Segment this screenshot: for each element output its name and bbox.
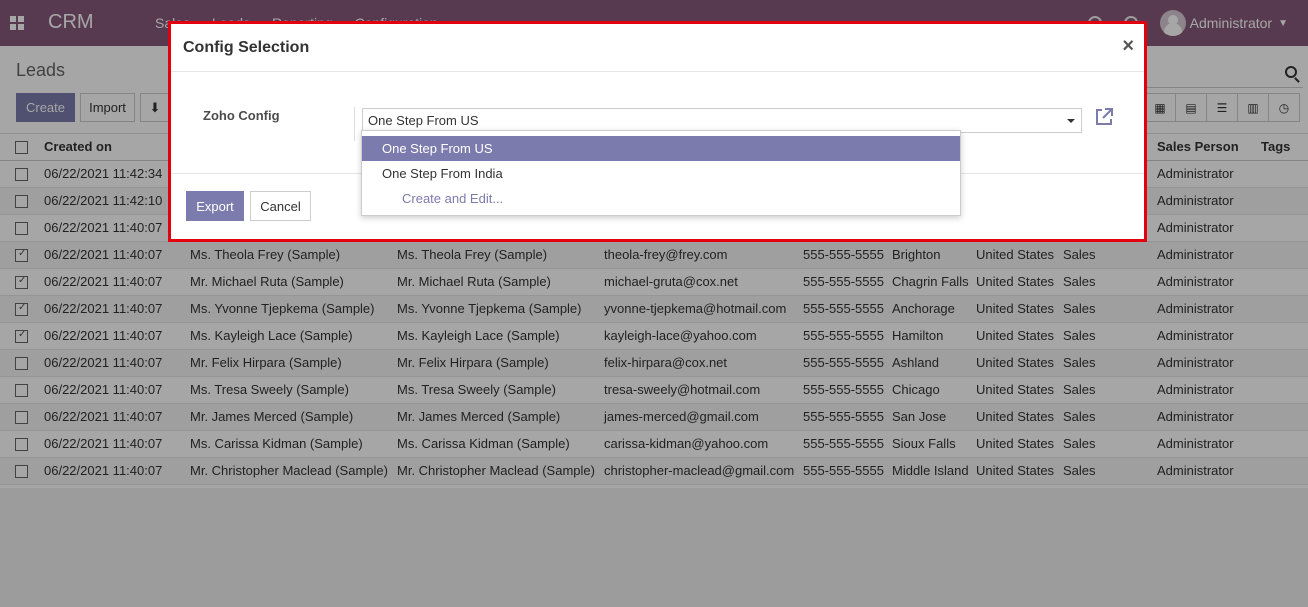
export-button[interactable]: Export xyxy=(186,191,244,221)
field-divider xyxy=(354,107,355,141)
modal-header: Config Selection × xyxy=(171,24,1144,72)
option-one-step-from-us[interactable]: One Step From US xyxy=(362,136,960,161)
modal-title: Config Selection xyxy=(183,39,310,56)
chevron-down-icon[interactable] xyxy=(1067,119,1075,123)
cancel-button[interactable]: Cancel xyxy=(250,191,311,221)
create-and-edit-option[interactable]: Create and Edit... xyxy=(362,186,960,211)
option-one-step-from-india[interactable]: One Step From India xyxy=(362,161,960,186)
zoho-config-value: One Step From US xyxy=(368,113,479,128)
external-link-icon[interactable] xyxy=(1093,106,1115,128)
close-icon[interactable]: × xyxy=(1122,35,1134,58)
zoho-config-dropdown: One Step From US One Step From India Cre… xyxy=(361,130,961,216)
zoho-config-label: Zoho Config xyxy=(203,108,280,123)
